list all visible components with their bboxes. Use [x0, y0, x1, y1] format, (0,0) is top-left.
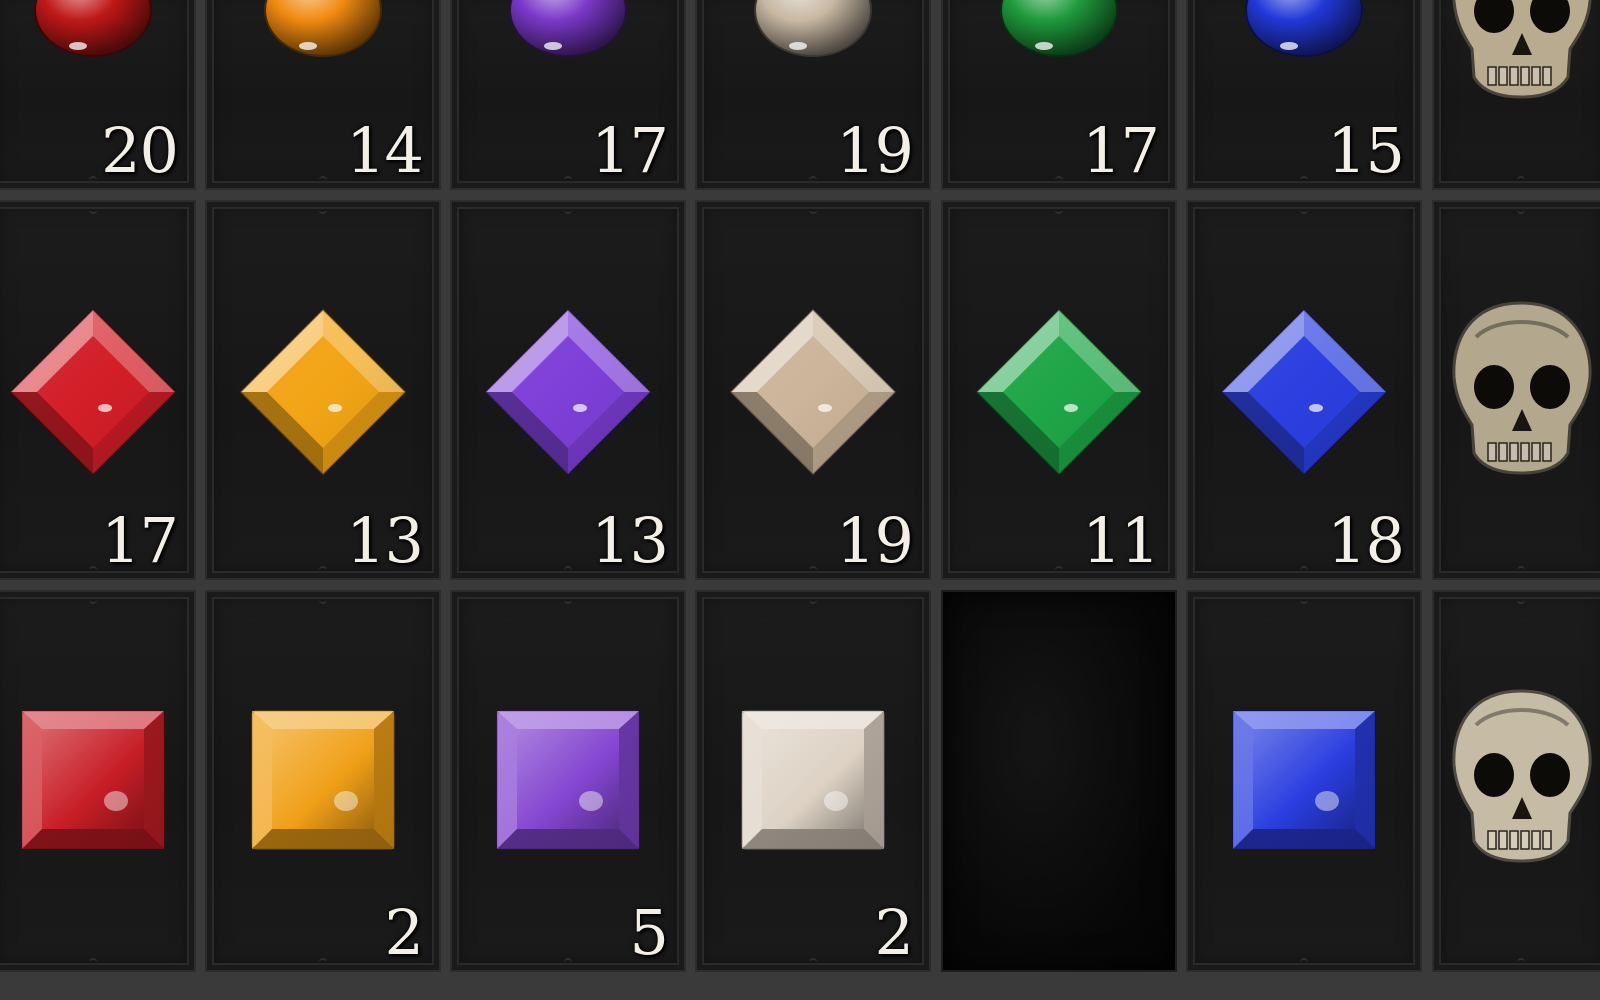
stash-slot-standard-ruby[interactable]	[0, 590, 196, 972]
stash-slot-chipped-skull[interactable]	[1432, 0, 1600, 190]
item-quantity: 19	[836, 114, 914, 187]
item-quantity: 19	[836, 504, 914, 577]
topaz-round-icon	[264, 0, 382, 57]
stash-slot-chipped-sapphire[interactable]: 15	[1186, 0, 1422, 190]
topaz-diamond-icon	[239, 308, 407, 476]
sapphire-diamond-icon	[1220, 308, 1388, 476]
stash-slot-empty[interactable]	[941, 590, 1177, 972]
item-quantity: 15	[1327, 114, 1405, 187]
item-quantity: 18	[1327, 504, 1405, 577]
item-quantity: 11	[1082, 504, 1160, 577]
stash-slot-standard-diamond[interactable]: 2	[695, 590, 931, 972]
item-quantity: 14	[346, 114, 424, 187]
stash-slot-flawed-ruby[interactable]: 17	[0, 200, 196, 580]
item-quantity: 5	[629, 896, 669, 969]
diamond-square-icon	[741, 710, 885, 850]
item-quantity: 13	[346, 504, 424, 577]
ruby-round-icon	[34, 0, 152, 57]
topaz-square-icon	[251, 710, 395, 850]
stash-slot-standard-topaz[interactable]: 2	[205, 590, 441, 972]
stash-slot-chipped-ruby[interactable]: 20	[0, 0, 196, 190]
ruby-diamond-icon	[9, 308, 177, 476]
item-quantity: 17	[101, 504, 179, 577]
diamond-diamond-icon	[729, 308, 897, 476]
stash-slot-flawed-amethyst[interactable]: 13	[450, 200, 686, 580]
emerald-diamond-icon	[975, 308, 1143, 476]
stash-slot-standard-sapphire[interactable]	[1186, 590, 1422, 972]
stash-slot-standard-amethyst[interactable]: 5	[450, 590, 686, 972]
stash-slot-standard-skull[interactable]	[1432, 590, 1600, 972]
stash-slot-flawed-sapphire[interactable]: 18	[1186, 200, 1422, 580]
gem-stash-grid: 20 14 17 19 17 15 17 13 13 19 11 18 2 5 2	[0, 0, 1600, 1000]
stash-slot-chipped-amethyst[interactable]: 17	[450, 0, 686, 190]
item-quantity: 17	[591, 114, 669, 187]
stash-slot-flawed-emerald[interactable]: 11	[941, 200, 1177, 580]
amethyst-round-icon	[509, 0, 627, 57]
amethyst-square-icon	[496, 710, 640, 850]
skull-icon	[1452, 0, 1592, 99]
item-quantity: 13	[591, 504, 669, 577]
skull-icon	[1452, 689, 1592, 863]
stash-slot-chipped-topaz[interactable]: 14	[205, 0, 441, 190]
item-quantity: 17	[1082, 114, 1160, 187]
skull-icon	[1452, 301, 1592, 475]
emerald-round-icon	[1000, 0, 1118, 57]
ruby-square-icon	[21, 710, 165, 850]
item-quantity: 2	[384, 896, 424, 969]
stash-slot-flawed-topaz[interactable]: 13	[205, 200, 441, 580]
amethyst-diamond-icon	[484, 308, 652, 476]
stash-slot-chipped-emerald[interactable]: 17	[941, 0, 1177, 190]
stash-slot-chipped-diamond[interactable]: 19	[695, 0, 931, 190]
stash-slot-flawed-skull[interactable]	[1432, 200, 1600, 580]
sapphire-square-icon	[1232, 710, 1376, 850]
item-quantity: 2	[874, 896, 914, 969]
stash-slot-flawed-diamond[interactable]: 19	[695, 200, 931, 580]
item-quantity: 20	[101, 114, 179, 187]
diamond-round-icon	[754, 0, 872, 57]
sapphire-round-icon	[1245, 0, 1363, 57]
